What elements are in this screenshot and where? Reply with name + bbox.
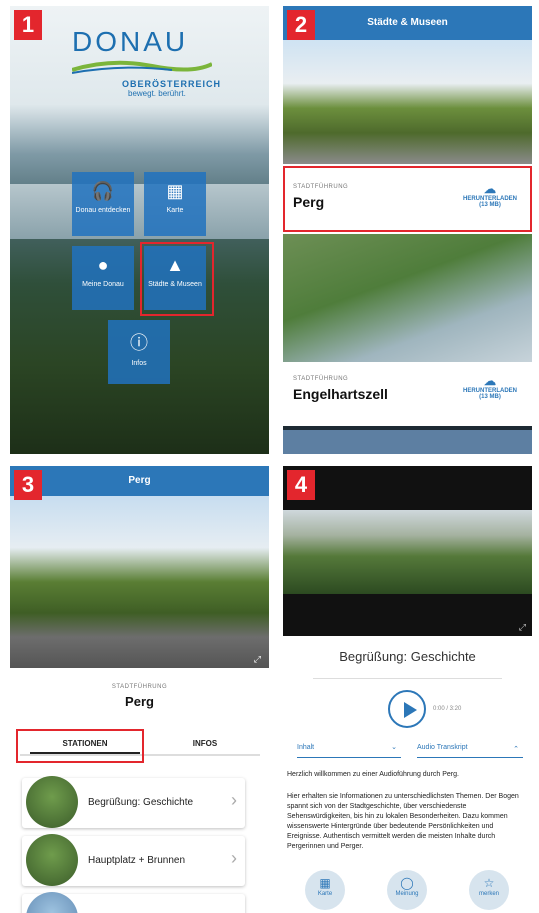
time-display: 0:00 / 3:20 [433, 706, 462, 712]
nav-meinung[interactable]: ◯ Meinung [387, 870, 427, 910]
logo-swoosh-icon [71, 60, 213, 74]
content-select[interactable]: Inhalt ⌄ [297, 744, 401, 758]
chevron-down-icon: ⌄ [391, 744, 397, 751]
info-icon: ⓘ [130, 333, 148, 353]
transcript-body: Hier erhalten sie Informationen zu unter… [287, 793, 519, 850]
map-icon: ▦ [319, 876, 331, 890]
step-badge: 4 [287, 470, 315, 500]
step-badge: 3 [14, 470, 42, 500]
station-thumbnail [26, 892, 78, 913]
city-card-engelhartszell[interactable]: STADTFÜHRUNG Engelhartszell ☁ HERUNTERLA… [283, 362, 532, 426]
page-title: Perg [128, 475, 151, 486]
download-button[interactable]: ☁ HERUNTERLADEN (13 MB) [458, 374, 522, 400]
station-title: Hauptplatz + Brunnen [88, 855, 186, 866]
speech-bubble-icon: ◯ [400, 876, 414, 890]
step-badge: 1 [14, 10, 42, 40]
play-button[interactable] [388, 690, 426, 728]
video-area[interactable]: ⤢ [283, 466, 532, 636]
tile-karte[interactable]: ▦ Karte [144, 172, 206, 236]
page-title: Städte & Museen [367, 17, 448, 28]
logo-title: DONAU [72, 26, 189, 57]
logo-subtitle: OBERÖSTERREICH [122, 79, 222, 89]
tour-label: STADTFÜHRUNG [111, 684, 168, 690]
download-size: (13 MB) [479, 394, 501, 400]
city-hero-photo [10, 496, 269, 668]
transcript-intro: Herzlich willkommen zu einer Audioführun… [287, 771, 459, 778]
station-title: Begrüßung: Geschichte [88, 797, 194, 808]
city-header: STADTFÜHRUNG Perg [10, 684, 269, 709]
panel-city-detail: Perg 3 ⤢ STADTFÜHRUNG Perg STATIONEN INF… [10, 466, 269, 913]
city-photo-engelhartszell[interactable] [283, 234, 532, 362]
cloud-download-icon: ☁ [484, 374, 496, 388]
tile-label: Infos [131, 360, 147, 367]
select-label: Inhalt [297, 744, 315, 751]
nav-label: Karte [317, 891, 333, 897]
donau-logo: DONAU OBERÖSTERREICH bewegt. berührt. [71, 26, 222, 98]
city-photo-next[interactable] [283, 430, 532, 454]
expand-icon[interactable]: ⤢ [254, 654, 261, 665]
step-badge: 2 [287, 10, 315, 40]
list-item[interactable]: Hauptplatz + Brunnen › [22, 834, 245, 886]
expand-icon[interactable]: ⤢ [519, 622, 526, 633]
city-name: Perg [125, 694, 154, 709]
nav-merken[interactable]: ☆ merken [469, 870, 509, 910]
tile-donau-entdecken[interactable]: 🎧 Donau entdecken [72, 172, 134, 236]
highlight-box [16, 729, 144, 763]
station-thumbnail [26, 776, 78, 828]
transcript-select[interactable]: Audio Transkript ⌃ [417, 744, 523, 758]
nav-label: merken [478, 891, 499, 897]
person-icon: ● [97, 255, 109, 275]
divider [313, 678, 502, 679]
list-item[interactable]: Begrüßung: Geschichte › [22, 776, 245, 828]
top-bar: Perg [10, 466, 269, 496]
tile-label: Meine Donau [82, 281, 124, 288]
star-icon: ☆ [483, 876, 495, 890]
tour-label: STADTFÜHRUNG [293, 376, 349, 382]
tile-infos[interactable]: ⓘ Infos [108, 320, 170, 384]
city-name: Engelhartszell [293, 386, 388, 402]
station-title: Begrüßung: Geschichte [339, 649, 476, 664]
tile-label: Donau entdecken [75, 207, 131, 214]
city-photo-perg[interactable] [283, 40, 532, 164]
chevron-up-icon: ⌃ [513, 746, 519, 753]
station-thumbnail [26, 834, 78, 886]
bottom-nav: ▦ Karte ◯ Meinung ☆ merken [283, 868, 532, 913]
panorama-image [283, 510, 532, 594]
nav-label: Meinung [395, 891, 419, 897]
river-image [10, 184, 269, 239]
nav-karte[interactable]: ▦ Karte [305, 870, 345, 910]
panel-home: 1 DONAU OBERÖSTERREICH bewegt. berührt. … [10, 6, 269, 454]
chevron-right-icon: › [231, 848, 237, 868]
tile-meine-donau[interactable]: ● Meine Donau [72, 246, 134, 310]
highlight-box [283, 166, 532, 232]
tab-infos[interactable]: INFOS [150, 734, 260, 754]
logo-tagline: bewegt. berührt. [128, 89, 186, 98]
highlight-box [140, 242, 214, 316]
chevron-right-icon: › [231, 790, 237, 810]
panel-city-list: Städte & Museen 2 STADTFÜHRUNG Perg ☁ HE… [283, 6, 532, 454]
tile-label: Karte [166, 207, 184, 214]
panel-audio-player: ⤢ 4 Begrüßung: Geschichte 0:00 / 3:20 In… [283, 466, 532, 913]
select-label: Audio Transkript [417, 744, 468, 751]
map-icon: ▦ [166, 181, 184, 201]
list-item[interactable] [22, 892, 245, 913]
top-bar: Städte & Museen [283, 6, 532, 40]
headphones-icon: 🎧 [91, 181, 115, 201]
